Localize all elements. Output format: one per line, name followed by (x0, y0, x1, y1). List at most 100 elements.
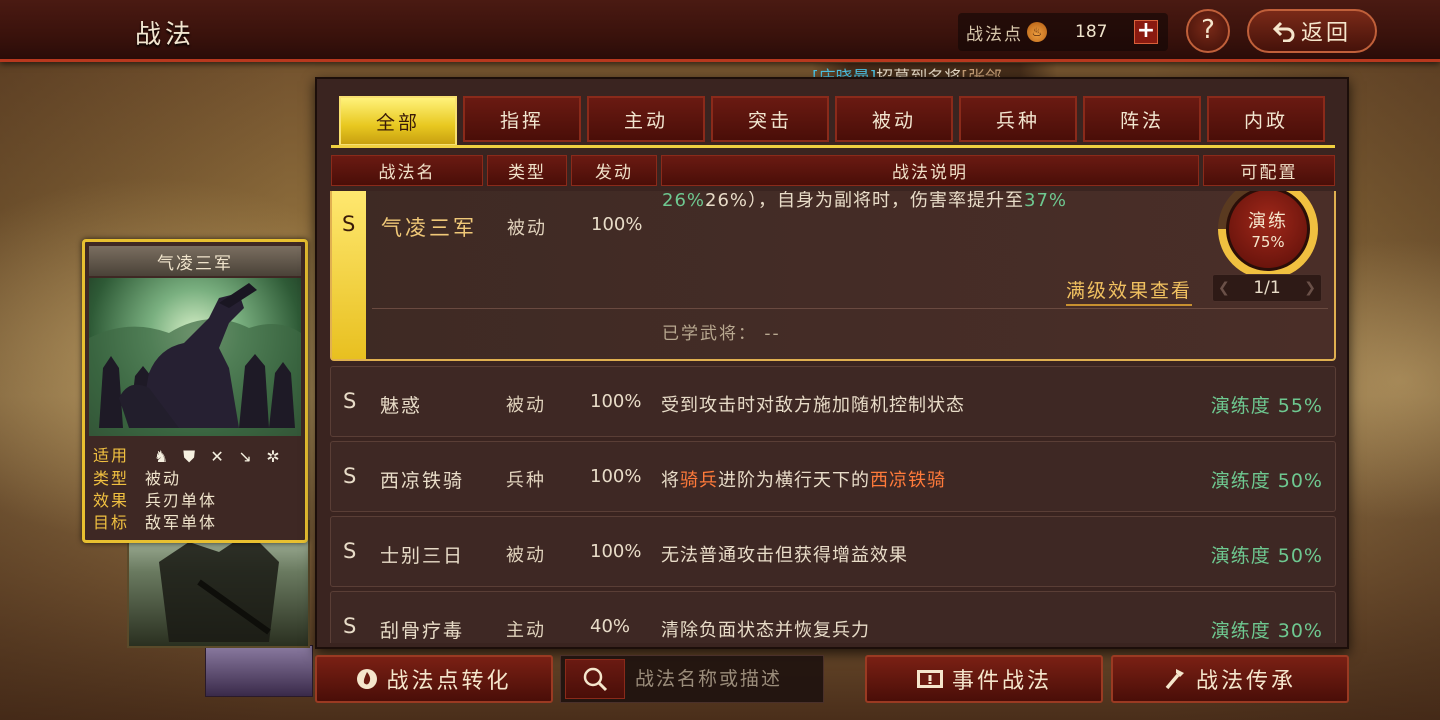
inherit-tactics-button[interactable]: 战法传承 (1111, 655, 1349, 703)
tab-underline (331, 145, 1335, 148)
tab-command[interactable]: 指挥 (463, 96, 581, 142)
tab-formation[interactable]: 阵法 (1083, 96, 1201, 142)
convert-points-button[interactable]: 战法点转化 (315, 655, 553, 703)
page-title: 战法 (135, 20, 196, 50)
tactics-panel: 全部 指挥 主动 突击 被动 兵种 阵法 内政 战法名 类型 发动 战法说明 可… (315, 77, 1349, 649)
tab-assault[interactable]: 突击 (711, 96, 829, 142)
practice-level: 演练度 50% (1210, 545, 1323, 567)
target-label: 目标 (93, 512, 130, 532)
search-icon (583, 667, 608, 692)
tab-active[interactable]: 主动 (587, 96, 705, 142)
tactic-description: 无法普通攻击但获得增益效果 (661, 545, 908, 566)
tactic-points-label: 战法点 (966, 24, 1023, 45)
full-effect-link[interactable]: 满级效果查看 (1066, 276, 1193, 306)
search-button[interactable] (565, 659, 625, 699)
desc-part: 将 (661, 470, 680, 491)
tactic-card[interactable]: 气凌三军 适用 ♞ ⛊ ✕ ↘ ✲ 类型 被动 效果 兵刃单体 目标 敌军单体 (82, 239, 308, 543)
type-label: 类型 (93, 468, 130, 488)
desc-highlight: 骑兵 (680, 470, 718, 491)
tactic-points-box: 战法点 ♨ 187 + (958, 13, 1168, 51)
event-label: 事件战法 (951, 669, 1052, 694)
search-input[interactable] (635, 668, 815, 690)
card-title: 气凌三军 (89, 246, 301, 276)
applies-label: 适用 (93, 446, 130, 465)
list-item[interactable]: S 士别三日 被动 100% 无法普通攻击但获得增益效果 演练度 50% (330, 516, 1336, 587)
tactic-rate: 40% (590, 616, 631, 637)
tactic-name: 西凉铁骑 (380, 470, 465, 492)
list-item[interactable]: S 魅惑 被动 100% 受到攻击时对敌方施加随机控制状态 演练度 55% (330, 366, 1336, 437)
chevron-left-icon[interactable]: ❮ (1218, 280, 1230, 296)
top-bar: 战法 战法点 ♨ 187 + ? 返回 (0, 0, 1440, 62)
card-attributes: 适用 ♞ ⛊ ✕ ↘ ✲ 类型 被动 效果 兵刃单体 目标 敌军单体 (93, 445, 284, 534)
chevron-right-icon[interactable]: ❯ (1304, 280, 1316, 296)
col-type[interactable]: 类型 (487, 155, 567, 186)
tactic-name: 刮骨疗毒 (380, 620, 465, 642)
back-button[interactable]: 返回 (1247, 9, 1377, 53)
tactic-name: 气凌三军 (381, 216, 477, 240)
col-name[interactable]: 战法名 (331, 155, 483, 186)
tactic-grade: S (343, 614, 357, 638)
tab-passive[interactable]: 被动 (835, 96, 953, 142)
learned-label: 已学武将： (662, 324, 757, 344)
practice-level: 演练度 50% (1210, 470, 1323, 492)
inherit-label: 战法传承 (1195, 669, 1296, 694)
event-tactics-button[interactable]: 事件战法 (865, 655, 1103, 703)
tactic-grade: S (343, 464, 357, 488)
category-tabs: 全部 指挥 主动 突击 被动 兵种 阵法 内政 (339, 96, 1325, 146)
tactic-grade: S (342, 212, 356, 236)
practice-value: 75% (1251, 233, 1285, 251)
tab-troop[interactable]: 兵种 (959, 96, 1077, 142)
hammer-icon (1165, 669, 1184, 690)
help-button[interactable]: ? (1186, 9, 1230, 53)
tactic-type: 主动 (506, 620, 546, 641)
tactic-points-value: 187 (1075, 22, 1108, 42)
convert-label: 战法点转化 (386, 669, 512, 694)
spear-icon: ↘ (238, 446, 252, 466)
siege-icon: ✲ (266, 446, 280, 466)
tab-internal[interactable]: 内政 (1207, 96, 1325, 142)
shield-icon: ⛊ (183, 446, 196, 466)
tactic-type: 被动 (506, 545, 546, 566)
tactic-description: 将骑兵进阶为横行天下的西凉铁骑 (661, 466, 946, 492)
tactic-description: 清除负面状态并恢复兵力 (661, 620, 870, 641)
col-configurable[interactable]: 可配置 (1203, 155, 1335, 186)
tactic-rate: 100% (591, 214, 643, 235)
tactic-type: 被动 (507, 218, 547, 239)
tab-all[interactable]: 全部 (339, 96, 457, 146)
tactics-list: S 气凌三军 被动 100% 26%26%），自身为副将时，伤害率提升至37% … (328, 191, 1338, 643)
column-header: 战法名 类型 发动 战法说明 可配置 (331, 155, 1337, 186)
practice-dial[interactable]: 演练 75% (1218, 191, 1318, 279)
effect-label: 效果 (93, 490, 130, 510)
practice-level: 演练度 55% (1210, 395, 1323, 417)
add-points-button[interactable]: + (1134, 20, 1158, 44)
flame-icon: ♨ (1027, 22, 1047, 42)
tactic-description: 26%26%），自身为副将时，伤害率提升至37% (662, 191, 1068, 211)
tactic-rate: 100% (590, 391, 642, 412)
col-rate[interactable]: 发动 (571, 155, 657, 186)
tactic-grade: S (343, 539, 357, 563)
learned-value: -- (764, 324, 781, 344)
col-desc: 战法说明 (661, 155, 1199, 186)
selected-tactic-row[interactable]: S 气凌三军 被动 100% 26%26%），自身为副将时，伤害率提升至37% … (330, 191, 1336, 361)
list-item[interactable]: S 西凉铁骑 兵种 100% 将骑兵进阶为横行天下的西凉铁骑 演练度 50% (330, 441, 1336, 512)
counter-value: 1/1 (1253, 278, 1281, 298)
type-value: 被动 (145, 468, 182, 488)
list-item[interactable]: S 刮骨疗毒 主动 40% 清除负面状态并恢复兵力 演练度 30% (330, 591, 1336, 643)
config-counter: ❮ 1/1 ❯ (1212, 274, 1322, 302)
tactic-rate: 100% (590, 466, 642, 487)
flame-icon (357, 669, 378, 689)
card-stack-back (205, 645, 313, 697)
desc-value: 37% (1024, 191, 1068, 211)
return-arrow-icon (1272, 21, 1295, 42)
desc-part: 26%），自身为副将时，伤害率提升至 (705, 191, 1025, 211)
practice-level: 演练度 30% (1210, 620, 1323, 642)
tactic-rate: 100% (590, 541, 642, 562)
tactic-name: 魅惑 (380, 395, 423, 417)
effect-value: 兵刃单体 (145, 490, 218, 510)
learned-generals: 已学武将： -- (662, 319, 781, 344)
bow-icon: ✕ (210, 446, 224, 466)
tactic-grade: S (343, 389, 357, 413)
tactic-type: 被动 (506, 395, 546, 416)
target-value: 敌军单体 (145, 512, 218, 532)
card-art (89, 278, 301, 436)
